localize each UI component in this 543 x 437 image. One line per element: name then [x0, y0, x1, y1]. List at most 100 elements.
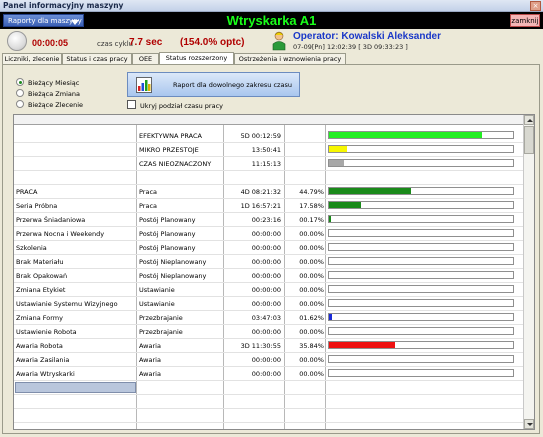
window-title: Panel informacyjny maszyny	[3, 1, 124, 10]
row-percent: 44.79%	[299, 188, 324, 196]
scroll-thumb[interactable]	[524, 126, 534, 154]
row-name: Awaria Zasilania	[16, 356, 70, 364]
row-name: Awaria Wtryskarki	[16, 370, 75, 378]
row-progress-bar	[328, 271, 514, 279]
row-progress-fill	[329, 188, 412, 194]
row-percent: 00.00%	[299, 230, 324, 238]
row-percent: 01.62%	[299, 314, 324, 322]
table-row[interactable]: Zmiana Formy Przezbrajanie 03:47:03 01.62%	[14, 311, 524, 325]
status-table: EFEKTYWNA PRACA 5D 00:12:59 MIKRO PRZESTOJ…	[13, 114, 535, 430]
checkbox-box-icon	[127, 100, 136, 109]
row-percent: 00.00%	[299, 244, 324, 252]
radio-dot-icon	[16, 78, 24, 86]
summary-row[interactable]: CZAS NIEOZNACZONY 11:15:13	[14, 157, 524, 171]
tab-oee[interactable]: OEE	[132, 53, 159, 64]
scroll-down-button[interactable]	[524, 419, 534, 429]
row-name: Brak Opakowań	[16, 272, 68, 280]
row-name: Przerwa Nocna i Weekendy	[16, 230, 105, 238]
tab-status-work-time[interactable]: Status i czas pracy	[62, 53, 132, 64]
row-time: 00:23:16	[251, 216, 281, 224]
row-name: Ustawianie Systemu Wizyjnego	[16, 300, 118, 308]
row-percent: 00.00%	[299, 286, 324, 294]
table-row[interactable]: Przerwa Śniadaniowa Postój Planowany 00:23…	[14, 213, 524, 227]
custom-range-report-button[interactable]: Raport dla dowolnego zakresu czasu	[127, 72, 300, 97]
table-row[interactable]: PRACA Praca 4D 08:21:32 44.79%	[14, 185, 524, 199]
table-row[interactable]: Awaria Wtryskarki Awaria 00:00:00 00.00%	[14, 367, 524, 381]
table-row[interactable]: Ustawianie Systemu Wizyjnego Ustawianie 00…	[14, 297, 524, 311]
selected-cell[interactable]	[15, 382, 136, 393]
empty-row	[14, 423, 524, 429]
scroll-up-button[interactable]	[524, 115, 534, 125]
empty-row	[14, 409, 524, 423]
row-time: 4D 08:21:32	[240, 188, 281, 196]
machine-header: Raporty dla maszyny Wtryskarka A1 zamkni…	[0, 12, 543, 29]
row-progress-fill	[329, 342, 395, 348]
row-time: 00:00:00	[251, 370, 281, 378]
table-scrollbar[interactable]	[523, 115, 534, 429]
row-name: Szkolenia	[16, 244, 47, 252]
row-name: Brak Materiału	[16, 258, 64, 266]
hide-split-checkbox[interactable]: Ukryj podział czasu pracy	[127, 100, 223, 110]
row-progress-fill	[329, 160, 344, 166]
summary-row[interactable]: EFEKTYWNA PRACA 5D 00:12:59	[14, 129, 524, 143]
radio-label: Bieżąca Zmiana	[28, 90, 80, 98]
radio-current-shift[interactable]: Bieżąca Zmiana	[16, 89, 80, 98]
row-name: Zmiana Etykiet	[16, 286, 66, 294]
row-progress-bar	[328, 159, 514, 167]
table-row[interactable]: Zmiana Etykiet Ustawianie 00:00:00 00.00%	[14, 283, 524, 297]
cycle-time-label: czas cyklu	[97, 40, 134, 48]
arrow-up-icon	[527, 119, 533, 122]
row-category: Awaria	[139, 342, 161, 350]
row-percent: 00.17%	[299, 216, 324, 224]
window-close-icon[interactable]: ×	[530, 1, 541, 11]
tab-warnings-resumptions[interactable]: Ostrzeżenia i wznowienia pracy	[234, 53, 346, 64]
cycle-time-percent: (154.0% optc)	[180, 37, 245, 48]
row-progress-fill	[329, 216, 331, 222]
row-category: Postój Nieplanowany	[139, 272, 207, 280]
cycle-time-value: 7.7 sec	[129, 37, 163, 48]
row-progress-bar	[328, 243, 514, 251]
row-percent: 00.00%	[299, 356, 324, 364]
tab-counters-order[interactable]: Liczniki, zlecenie	[2, 53, 62, 64]
row-category: Ustawianie	[139, 300, 175, 308]
table-row[interactable]: Przerwa Nocna i Weekendy Postój Planowany…	[14, 227, 524, 241]
summary-row[interactable]: MIKRO PRZESTOJE 13:50:41	[14, 143, 524, 157]
row-percent: 00.00%	[299, 328, 324, 336]
row-time: 3D 11:30:55	[240, 342, 281, 350]
table-row[interactable]: Ustawienie Robota Przezbrajanie 00:00:00 00…	[14, 325, 524, 339]
arrow-down-icon	[527, 423, 533, 426]
row-progress-bar	[328, 369, 514, 377]
row-percent: 35.84%	[299, 342, 324, 350]
selected-empty-row[interactable]	[14, 381, 524, 395]
table-row[interactable]: Brak Opakowań Postój Nieplanowany 00:00:00…	[14, 269, 524, 283]
radio-current-month[interactable]: Bieżący Miesiąc	[16, 78, 79, 87]
table-row[interactable]: Awaria Robota Awaria 3D 11:30:55 35.84%	[14, 339, 524, 353]
operator-login-time: 07-09[Pn] 12:02:39 [ 3D 09:33:23 ]	[293, 43, 408, 51]
row-category: Praca	[139, 188, 158, 196]
close-button[interactable]: zamknij	[510, 14, 540, 27]
table-row[interactable]: Seria Próbna Praca 1D 16:57:21 17.58%	[14, 199, 524, 213]
row-name: Ustawienie Robota	[16, 328, 77, 336]
row-time: 00:00:00	[251, 328, 281, 336]
radio-label: Bieżący Miesiąc	[28, 79, 80, 87]
row-progress-bar	[328, 215, 514, 223]
row-progress-fill	[329, 132, 482, 138]
row-time: 00:00:00	[251, 258, 281, 266]
row-name: Seria Próbna	[16, 202, 58, 210]
row-progress-bar	[328, 355, 514, 363]
radio-current-order[interactable]: Bieżące Zlecenie	[16, 100, 83, 109]
table-row[interactable]: Szkolenia Postój Planowany 00:00:00 00.00%	[14, 241, 524, 255]
blank-row	[14, 171, 524, 185]
row-time: 00:00:00	[251, 272, 281, 280]
row-name: PRACA	[16, 188, 38, 196]
row-category: Praca	[139, 202, 158, 210]
table-row[interactable]: Awaria Zasilania Awaria 00:00:00 00.00%	[14, 353, 524, 367]
machine-info-window: Panel informacyjny maszyny × Raporty dla…	[0, 0, 543, 437]
row-progress-fill	[329, 146, 348, 152]
hide-split-label: Ukryj podział czasu pracy	[140, 102, 223, 110]
extended-status-panel: Bieżący Miesiąc Bieżąca Zmiana Bieżące Z…	[2, 64, 540, 434]
table-row[interactable]: Brak Materiału Postój Nieplanowany 00:00:0…	[14, 255, 524, 269]
row-name: Zmiana Formy	[16, 314, 63, 322]
row-progress-bar	[328, 131, 514, 139]
row-category: Awaria	[139, 356, 161, 364]
